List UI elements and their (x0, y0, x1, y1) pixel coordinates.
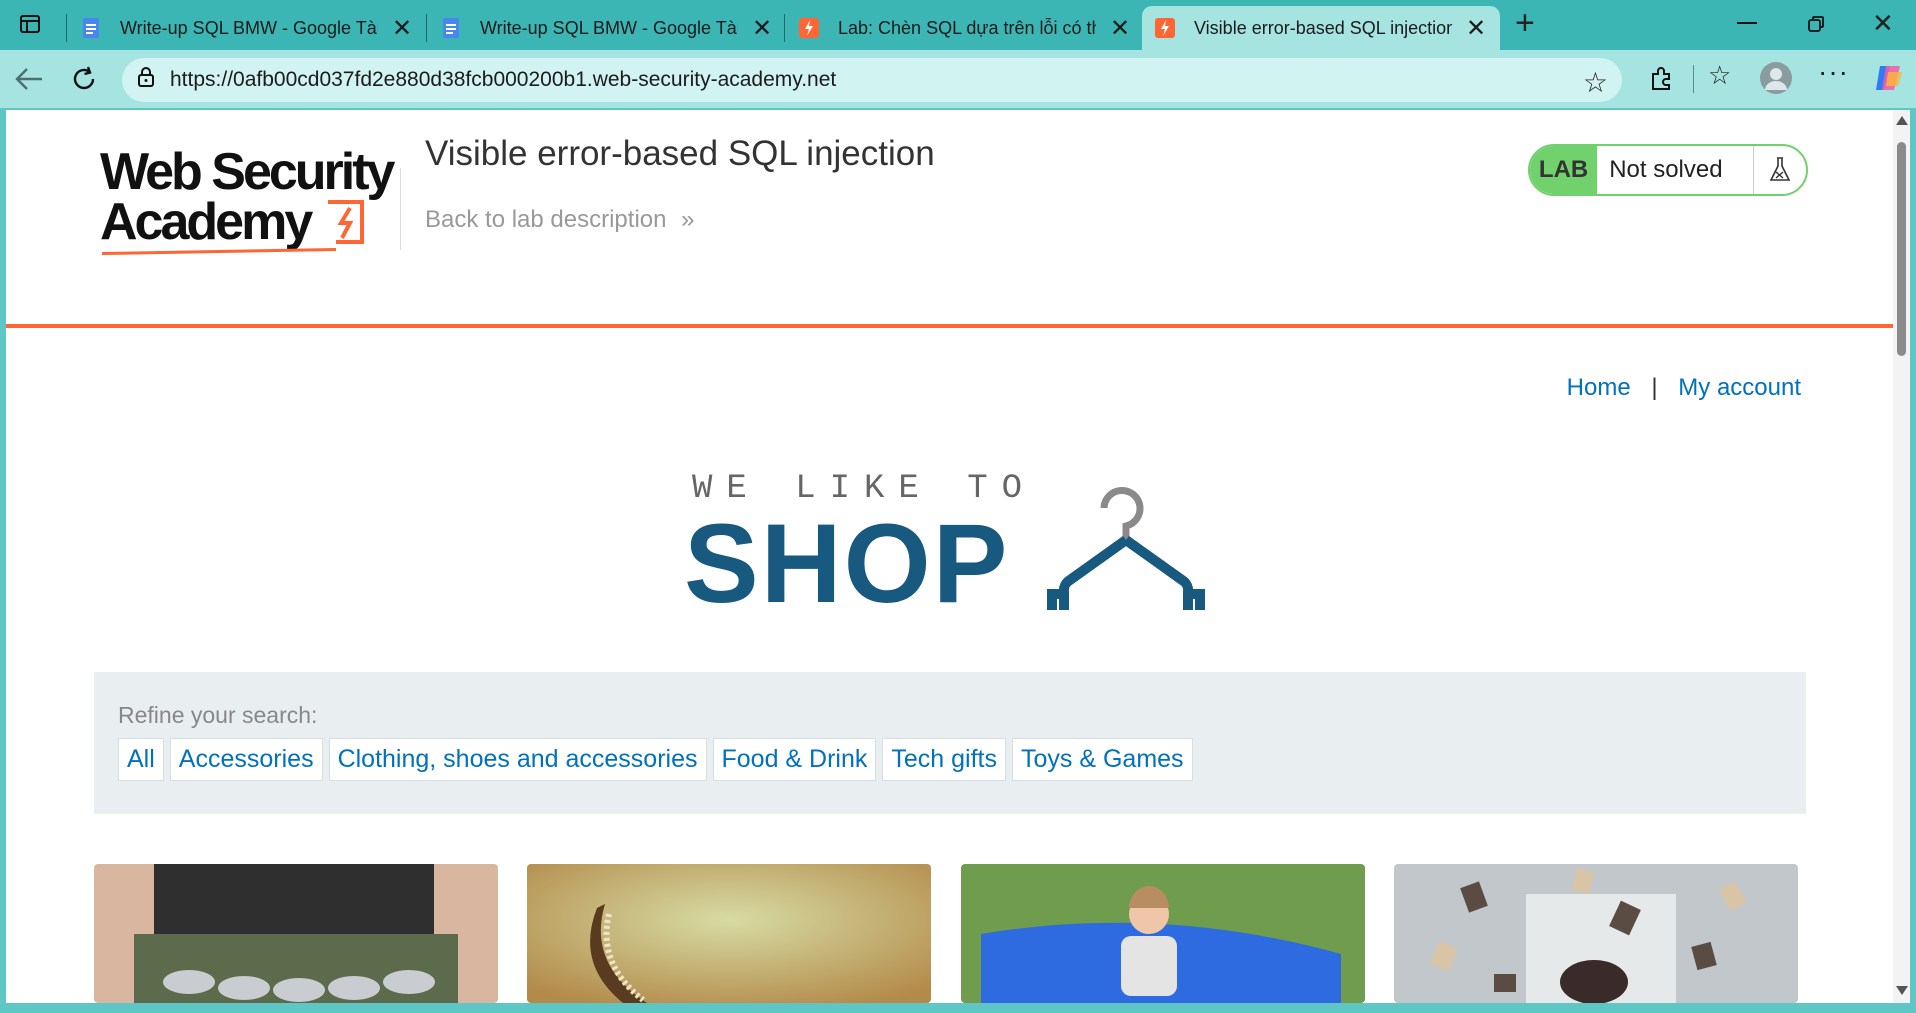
tab-title: Visible error-based SQL injection (1194, 17, 1452, 38)
close-tab-icon[interactable]: ✕ (1466, 14, 1486, 43)
product-image-flying-books[interactable] (1394, 864, 1798, 1003)
browser-tab-1[interactable]: Write-up SQL BMW - Google Tài liệu ✕ (68, 6, 424, 50)
product-image-beanbag[interactable] (961, 864, 1365, 1003)
close-tab-icon[interactable]: ✕ (392, 14, 412, 43)
address-bar[interactable]: https://0afb00cd037fd2e880d38fcb000200b1… (122, 58, 1622, 102)
restore-icon[interactable] (1806, 14, 1826, 39)
url-text[interactable]: https://0afb00cd037fd2e880d38fcb000200b1… (170, 68, 836, 92)
my-account-link[interactable]: My account (1678, 374, 1801, 401)
category-toys-games[interactable]: Toys & Games (1012, 738, 1193, 781)
copilot-icon[interactable] (1872, 62, 1904, 99)
home-link[interactable]: Home (1567, 374, 1631, 401)
favorite-star-icon[interactable]: ☆ (1583, 66, 1608, 99)
back-arrow-icon[interactable] (14, 66, 44, 97)
flask-icon (1753, 146, 1806, 194)
browser-tab-3[interactable]: Lab: Chèn SQL dựa trên lỗi có thể nhìn t… (786, 6, 1142, 50)
toolbar-separator (1693, 65, 1694, 93)
browser-tab-bar: Write-up SQL BMW - Google Tài liệu ✕ Wri… (0, 0, 1916, 50)
more-options-icon[interactable]: ··· (1818, 56, 1849, 88)
close-window-icon[interactable]: ✕ (1872, 8, 1894, 39)
favorites-icon[interactable]: ☆ (1708, 60, 1731, 91)
browser-toolbar: https://0afb00cd037fd2e880d38fcb000200b1… (0, 50, 1916, 108)
product-image-beer-belt[interactable] (94, 864, 498, 1003)
lab-status-text: Not solved (1609, 156, 1723, 183)
google-docs-icon (83, 18, 99, 38)
extensions-icon[interactable] (1647, 64, 1675, 97)
tab-title: Write-up SQL BMW - Google Tài liệu (120, 17, 378, 38)
lab-title: Visible error-based SQL injection (425, 134, 935, 173)
lab-status-widget: LAB Not solved (1528, 144, 1808, 196)
web-security-academy-logo[interactable]: Web Security Academy (100, 142, 410, 256)
google-docs-icon (443, 18, 459, 38)
scrollbar-thumb[interactable] (1897, 142, 1906, 356)
back-to-lab-description-link[interactable]: Back to lab description » (425, 206, 695, 234)
scroll-down-arrow-icon[interactable] (1896, 986, 1908, 995)
web-page: Web Security Academy Visible error-based… (6, 110, 1893, 1003)
tab-actions-icon[interactable] (18, 12, 42, 36)
lock-icon[interactable] (136, 66, 156, 94)
banner-shop-text: SHOP (684, 501, 1010, 626)
product-image-mustache-comb[interactable] (527, 864, 931, 1003)
minimize-icon[interactable] (1737, 22, 1757, 24)
category-list: All Accessories Clothing, shoes and access… (118, 738, 1199, 781)
category-accessories[interactable]: Accessories (169, 738, 323, 781)
browser-tab-2[interactable]: Write-up SQL BMW - Google Tài liệu ✕ (428, 6, 784, 50)
refine-search-label: Refine your search: (118, 702, 318, 728)
tab-separator (66, 14, 67, 42)
close-tab-icon[interactable]: ✕ (1110, 14, 1130, 43)
top-nav: Home | My account (1567, 374, 1801, 402)
portswigger-icon (1155, 18, 1175, 38)
portswigger-icon (799, 18, 819, 38)
refresh-icon[interactable] (70, 65, 98, 98)
category-all[interactable]: All (118, 738, 164, 781)
tab-title: Write-up SQL BMW - Google Tài liệu (480, 17, 738, 38)
back-link-label: Back to lab description (425, 206, 667, 233)
browser-tab-4-active[interactable]: Visible error-based SQL injection ✕ (1142, 6, 1500, 50)
lightning-logo-icon (328, 200, 364, 244)
category-tech-gifts[interactable]: Tech gifts (882, 738, 1006, 781)
logo-line-2: Academy (100, 193, 313, 251)
search-filter-panel: Refine your search: All Accessories Clothi… (94, 672, 1806, 814)
shop-banner: WE LIKE TO SHOP (684, 470, 1244, 630)
new-tab-button[interactable]: + (1515, 4, 1535, 43)
profile-avatar-icon[interactable] (1760, 62, 1792, 99)
page-scrollbar[interactable] (1893, 110, 1910, 1003)
category-food-drink[interactable]: Food & Drink (712, 738, 877, 781)
coat-hanger-icon (1047, 486, 1205, 610)
tab-title: Lab: Chèn SQL dựa trên lỗi có thể nhìn t… (838, 17, 1096, 38)
tab-separator (784, 14, 785, 42)
orange-header-rule (6, 324, 1893, 328)
double-chevron-icon: » (681, 206, 695, 233)
category-clothing[interactable]: Clothing, shoes and accessories (328, 738, 707, 781)
nav-separator: | (1651, 374, 1658, 401)
scroll-up-arrow-icon[interactable] (1896, 116, 1908, 125)
tab-separator (426, 14, 427, 42)
header-divider (400, 168, 401, 250)
lab-badge: LAB (1530, 146, 1598, 194)
close-tab-icon[interactable]: ✕ (752, 14, 772, 43)
